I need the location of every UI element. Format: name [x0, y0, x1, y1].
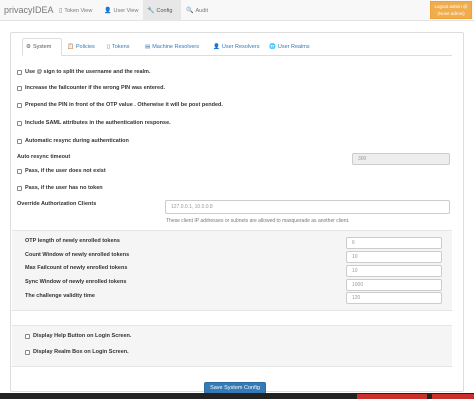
pass-no-token-label: Pass, if the user has no token [25, 185, 103, 191]
tab-user-realms[interactable]: 🌐 User Realms [266, 38, 313, 56]
list-icon: 📋 [67, 44, 74, 50]
saml-label: Include SAML attributes in the authentic… [25, 120, 171, 126]
tab-system[interactable]: ⚙ System [22, 38, 62, 56]
logout-line2: (None admin) [437, 11, 465, 16]
prepend-pin-checkbox[interactable] [17, 102, 22, 108]
prepend-pin-label: Prepend the PIN in front of the OTP valu… [25, 102, 223, 108]
pass-no-token-option: Pass, if the user has no token [17, 184, 103, 192]
help-button-checkbox[interactable] [25, 333, 30, 339]
pass-no-user-option: Pass, if the user does not exist [17, 167, 106, 175]
sync-window-input[interactable]: 1000 [346, 279, 442, 291]
logout-button[interactable]: Logout admin @ (None admin) [430, 1, 472, 19]
failcounter-option: Increase the failcounter if the wrong PI… [17, 84, 165, 92]
realm-box-option: Display Realm Box on Login Screen. [25, 348, 129, 356]
pass-no-token-checkbox[interactable] [17, 185, 22, 191]
override-clients-help: These client IP addresses or subnets are… [166, 218, 350, 224]
help-button-option: Display Help Button on Login Screen. [25, 332, 131, 340]
auto-resync-timeout-input[interactable]: 300 [352, 153, 450, 165]
gear-icon: ⚙ [26, 44, 31, 50]
split-at-option: Use @ sign to split the username and the… [17, 68, 150, 76]
otp-length-label: OTP length of newly enrolled tokens [25, 238, 120, 244]
user-icon: 👤 [213, 44, 220, 50]
tab-policies[interactable]: 📋 Policies [64, 38, 98, 56]
tab-policies-label: Policies [75, 44, 95, 50]
logout-line1: Logout admin @ [434, 4, 468, 9]
realm-box-label: Display Realm Box on Login Screen. [33, 349, 129, 355]
challenge-validity-input[interactable]: 120 [346, 292, 442, 304]
top-navbar: privacyIDEA ▯ Token View 👤 User View 🔧 C… [0, 0, 474, 21]
tab-user-realms-label: User Realms [277, 44, 310, 50]
auto-resync-timeout-label: Auto resync timeout [17, 154, 71, 160]
config-tabs: ⚙ System 📋 Policies ▯ Tokens ▤ Machine R… [22, 38, 452, 56]
tab-system-label: System [32, 44, 52, 50]
user-icon: 👤 [104, 7, 112, 14]
nav-user-view-label: User View [113, 7, 139, 14]
split-at-checkbox[interactable] [17, 69, 22, 75]
nav-audit[interactable]: 🔍 Audit [182, 0, 212, 21]
auto-resync-checkbox[interactable] [17, 138, 22, 144]
tablet-icon: ▯ [59, 7, 63, 14]
split-at-label: Use @ sign to split the username and the… [25, 69, 151, 75]
otp-length-input[interactable]: 6 [346, 237, 442, 249]
max-failcount-input[interactable]: 10 [346, 265, 442, 277]
tab-tokens-label: Tokens [112, 44, 130, 50]
override-clients-input[interactable]: 127.0.0.1, 10.0.0.8 [165, 200, 450, 214]
nav-config[interactable]: 🔧 Config [143, 0, 181, 21]
prepend-pin-option: Prepend the PIN in front of the OTP valu… [17, 101, 223, 109]
challenge-validity-label: The challenge validity time [25, 293, 95, 299]
auto-resync-label: Automatic resync during authentication [25, 138, 129, 144]
failcounter-checkbox[interactable] [17, 85, 22, 91]
override-clients-label: Override Authorization Clients [17, 201, 97, 207]
wrench-icon: 🔧 [147, 7, 155, 14]
count-window-label: Count Window of newly enrolled tokens [25, 252, 130, 258]
server-icon: ▤ [145, 44, 151, 50]
nav-user-view[interactable]: 👤 User View [100, 0, 142, 21]
saml-option: Include SAML attributes in the authentic… [17, 119, 171, 127]
sync-window-label: Sync Window of newly enrolled tokens [25, 279, 127, 285]
pass-no-user-label: Pass, if the user does not exist [25, 168, 106, 174]
nav-token-view[interactable]: ▯ Token View [55, 0, 96, 21]
tab-user-resolvers[interactable]: 👤 User Resolvers [210, 38, 262, 56]
realm-box-checkbox[interactable] [25, 349, 30, 355]
search-icon: 🔍 [186, 7, 194, 14]
pass-no-user-checkbox[interactable] [17, 168, 22, 174]
failcounter-label: Increase the failcounter if the wrong PI… [25, 85, 165, 91]
saml-checkbox[interactable] [17, 120, 22, 126]
tab-machine-resolvers[interactable]: ▤ Machine Resolvers [142, 38, 202, 56]
count-window-input[interactable]: 10 [346, 251, 442, 263]
help-button-label: Display Help Button on Login Screen. [33, 333, 132, 339]
tablet-icon: ▯ [107, 44, 111, 50]
auto-resync-option: Automatic resync during authentication [17, 137, 129, 145]
nav-audit-label: Audit [195, 7, 209, 14]
bottom-red-block-2 [432, 394, 474, 399]
brand-logo[interactable]: privacyIDEA [4, 5, 54, 15]
tab-tokens[interactable]: ▯ Tokens [104, 38, 132, 56]
bottom-red-block-1 [357, 394, 427, 399]
tab-machine-resolvers-label: Machine Resolvers [152, 44, 199, 50]
nav-token-view-label: Token View [64, 7, 93, 14]
nav-config-label: Config [156, 7, 173, 14]
tab-user-resolvers-label: User Resolvers [221, 44, 260, 50]
max-failcount-label: Max Failcount of newly enrolled tokens [25, 265, 128, 271]
globe-icon: 🌐 [269, 44, 276, 50]
